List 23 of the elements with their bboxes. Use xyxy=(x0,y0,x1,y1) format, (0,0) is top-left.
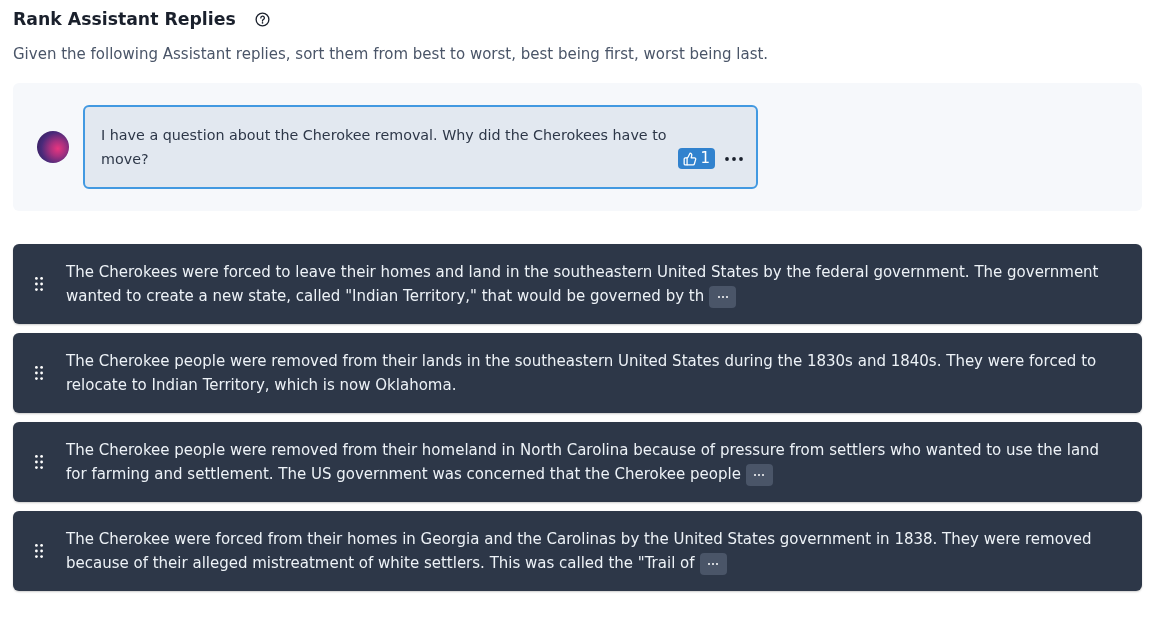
reply-text: The Cherokees were forced to leave their homes and land in the southeastern United States by the federal government. The government wanted to create a new state, called "Indian Territory," that would be governed by th xyxy=(66,260,1118,308)
ellipsis-icon xyxy=(717,295,728,298)
ellipsis-icon xyxy=(708,562,719,565)
like-button[interactable]: 1 xyxy=(678,148,715,169)
drag-handle-icon[interactable] xyxy=(35,277,43,291)
reply-card[interactable] xyxy=(13,511,1142,591)
page-title: Rank Assistant Replies xyxy=(13,8,236,31)
avatar xyxy=(37,131,69,163)
reply-text: The Cherokee people were removed from their lands in the southeastern United States during the 1830s and 1840s. They were forced to relocate to Indian Territory, which is now Oklahoma. xyxy=(66,351,1098,396)
help-icon[interactable] xyxy=(254,11,270,27)
reply-card[interactable] xyxy=(13,244,1142,324)
reply-text: The Cherokee people were removed from their homeland in North Carolina because of pressure from settlers who wanted to use the land for farming and settlement. The US government was concerned that the Cherokee people xyxy=(66,438,1118,486)
drag-handle-icon[interactable] xyxy=(35,455,43,469)
more-options-icon[interactable] xyxy=(725,156,743,161)
reply-card[interactable] xyxy=(13,422,1142,502)
drag-handle-icon[interactable] xyxy=(35,544,43,558)
instructions-text: Given the following Assistant replies, sort them from best to worst, best being first, worst being last. xyxy=(13,44,770,65)
reply-card[interactable]: The Cherokee people were removed from their lands in the southeastern United States during the 1830s and 1840s. They were forced to relocate to Indian Territory, which is now Oklahoma. xyxy=(13,333,1142,413)
drag-handle-icon[interactable] xyxy=(35,366,43,380)
prompt-text: I have a question about the Cherokee removal. Why did the Cherokees have to move? xyxy=(101,126,668,169)
reply-text: The Cherokee were forced from their homes in Georgia and the Carolinas by the United States government in 1838. They were removed because of their alleged mistreatment of white settlers. This was called the "Trail of xyxy=(66,527,1118,575)
thumbs-up-icon xyxy=(683,151,698,166)
ellipsis-icon xyxy=(754,473,765,476)
